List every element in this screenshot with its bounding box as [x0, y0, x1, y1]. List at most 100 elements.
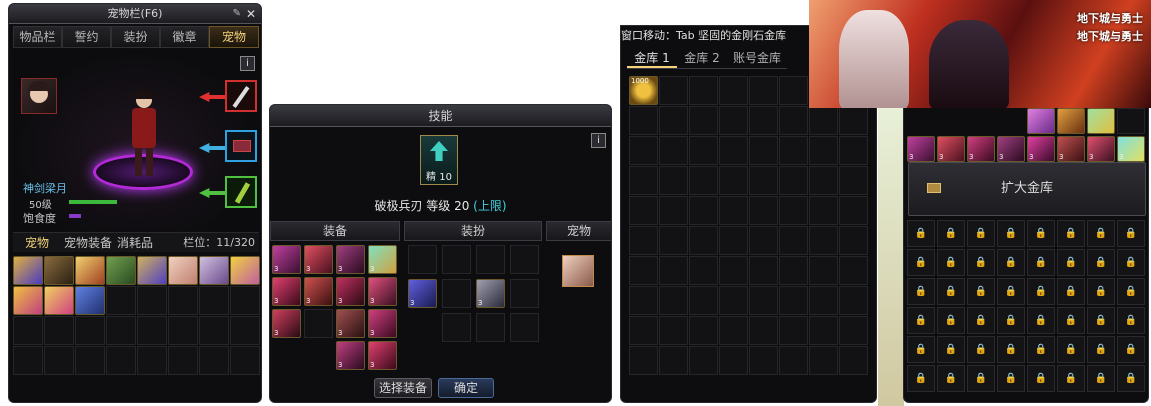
vault-item-slot[interactable]: [1087, 108, 1115, 134]
pet-slot[interactable]: [44, 286, 74, 315]
empty-slot[interactable]: [106, 346, 136, 375]
empty-slot[interactable]: [137, 346, 167, 375]
empty-slot[interactable]: [659, 346, 688, 375]
empty-slot[interactable]: [629, 316, 658, 345]
pet-slot[interactable]: [13, 286, 43, 315]
pet-slot[interactable]: [44, 256, 74, 285]
empty-slot[interactable]: [749, 346, 778, 375]
empty-slot[interactable]: [839, 286, 868, 315]
equip-slot[interactable]: 3: [272, 277, 301, 306]
empty-slot[interactable]: [659, 316, 688, 345]
empty-slot[interactable]: [659, 286, 688, 315]
equip-slot[interactable]: 3: [368, 277, 397, 306]
confirm-button[interactable]: 确定: [438, 378, 494, 398]
empty-slot[interactable]: [510, 313, 539, 342]
empty-slot[interactable]: [629, 166, 658, 195]
pet-slot[interactable]: [75, 256, 105, 285]
tab-account-vault[interactable]: 账号金库: [727, 47, 787, 68]
equip-slot[interactable]: 3: [368, 341, 397, 370]
pet-slot[interactable]: [168, 256, 198, 285]
empty-slot[interactable]: [476, 313, 505, 342]
vault-item-slot[interactable]: 3: [907, 136, 935, 162]
empty-slot[interactable]: [809, 196, 838, 225]
empty-slot[interactable]: [719, 136, 748, 165]
vault-item-slot[interactable]: 3: [1057, 136, 1085, 162]
pet-portrait-icon[interactable]: [21, 78, 57, 114]
equip-slot[interactable]: 3: [336, 309, 365, 338]
empty-slot[interactable]: [719, 106, 748, 135]
vault-item-slot[interactable]: 1000: [629, 76, 658, 105]
empty-slot[interactable]: [719, 196, 748, 225]
empty-slot[interactable]: [75, 316, 105, 345]
empty-slot[interactable]: [839, 256, 868, 285]
costume-slot[interactable]: 3: [476, 279, 505, 308]
empty-slot[interactable]: [719, 286, 748, 315]
empty-slot[interactable]: [106, 316, 136, 345]
vault-item-slot[interactable]: 3: [997, 136, 1025, 162]
pin-icon[interactable]: ✎: [233, 4, 241, 24]
equip-slot[interactable]: 3: [368, 245, 397, 274]
empty-slot[interactable]: [659, 166, 688, 195]
empty-slot[interactable]: [809, 346, 838, 375]
tab-costume[interactable]: 装扮: [111, 26, 160, 48]
skill-window-titlebar[interactable]: 技能: [270, 105, 611, 127]
pet-equip-slot-red[interactable]: [225, 80, 257, 112]
empty-slot[interactable]: [839, 196, 868, 225]
empty-slot[interactable]: [779, 106, 808, 135]
empty-slot[interactable]: [839, 316, 868, 345]
empty-slot[interactable]: [659, 106, 688, 135]
empty-slot[interactable]: [75, 346, 105, 375]
pet-equip-slot-green[interactable]: [225, 176, 257, 208]
tab-pet-equipment[interactable]: 宠物装备: [61, 233, 115, 252]
vault-item-slot[interactable]: [1057, 108, 1085, 134]
empty-slot[interactable]: [689, 196, 718, 225]
tab-vault-1[interactable]: 金库 1: [627, 47, 677, 68]
empty-slot[interactable]: [44, 346, 74, 375]
empty-slot[interactable]: [839, 166, 868, 195]
pet-slot[interactable]: [230, 256, 260, 285]
empty-slot[interactable]: [13, 346, 43, 375]
select-equipment-button[interactable]: 选择装备: [374, 378, 432, 398]
empty-slot[interactable]: [137, 286, 167, 315]
pet-slot[interactable]: [137, 256, 167, 285]
empty-slot[interactable]: [719, 166, 748, 195]
empty-slot[interactable]: [749, 166, 778, 195]
empty-slot[interactable]: [779, 346, 808, 375]
empty-slot[interactable]: [659, 136, 688, 165]
empty-slot[interactable]: [749, 286, 778, 315]
equip-slot[interactable]: 3: [336, 341, 365, 370]
vault-item-slot[interactable]: 3: [967, 136, 995, 162]
empty-slot[interactable]: [779, 226, 808, 255]
empty-slot[interactable]: [689, 286, 718, 315]
tab-emblem[interactable]: 徽章: [160, 26, 209, 48]
empty-slot[interactable]: [779, 256, 808, 285]
empty-slot[interactable]: [689, 76, 718, 105]
equip-slot[interactable]: 3: [336, 277, 365, 306]
empty-slot[interactable]: [749, 226, 778, 255]
equip-slot[interactable]: 3: [272, 245, 301, 274]
empty-slot[interactable]: [659, 196, 688, 225]
empty-slot[interactable]: [689, 316, 718, 345]
skill-icon[interactable]: 精 10: [420, 135, 458, 185]
empty-slot[interactable]: [749, 76, 778, 105]
tab-vault-2[interactable]: 金库 2: [677, 47, 727, 68]
empty-slot[interactable]: [779, 136, 808, 165]
empty-slot[interactable]: [629, 196, 658, 225]
empty-slot[interactable]: [629, 136, 658, 165]
empty-slot[interactable]: [659, 76, 688, 105]
empty-slot[interactable]: [199, 286, 229, 315]
empty-slot[interactable]: [659, 256, 688, 285]
empty-slot[interactable]: [199, 346, 229, 375]
info-button[interactable]: i: [591, 133, 606, 148]
empty-slot[interactable]: [689, 346, 718, 375]
empty-slot[interactable]: [839, 346, 868, 375]
empty-slot[interactable]: [719, 226, 748, 255]
equip-slot[interactable]: 3: [368, 309, 397, 338]
empty-slot[interactable]: [1117, 108, 1145, 134]
empty-slot[interactable]: [13, 316, 43, 345]
empty-slot[interactable]: [779, 286, 808, 315]
pet-slot[interactable]: [13, 256, 43, 285]
empty-slot[interactable]: [809, 166, 838, 195]
empty-slot[interactable]: [629, 226, 658, 255]
empty-slot[interactable]: [689, 256, 718, 285]
